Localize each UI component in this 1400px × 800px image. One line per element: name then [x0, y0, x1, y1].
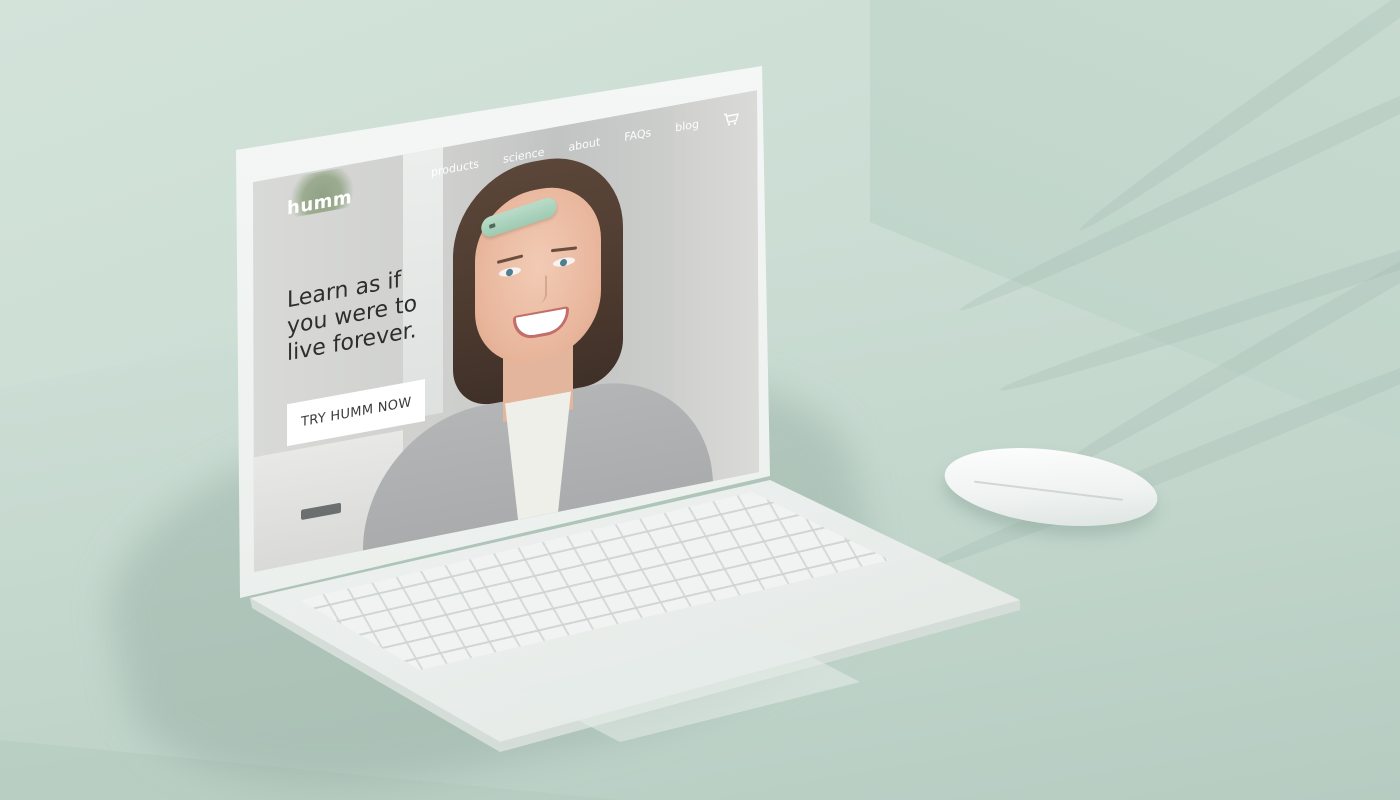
device-indicator [489, 222, 496, 229]
eye [499, 265, 521, 278]
mouse-seam [973, 480, 1124, 501]
eye [553, 255, 575, 269]
smile [513, 306, 569, 342]
eyebrow [550, 246, 578, 253]
cart-icon[interactable] [723, 110, 739, 126]
eyebrow [496, 254, 524, 264]
nose [531, 275, 547, 305]
mockup-scene: humm products science about FAQs blog Le… [0, 0, 1400, 800]
